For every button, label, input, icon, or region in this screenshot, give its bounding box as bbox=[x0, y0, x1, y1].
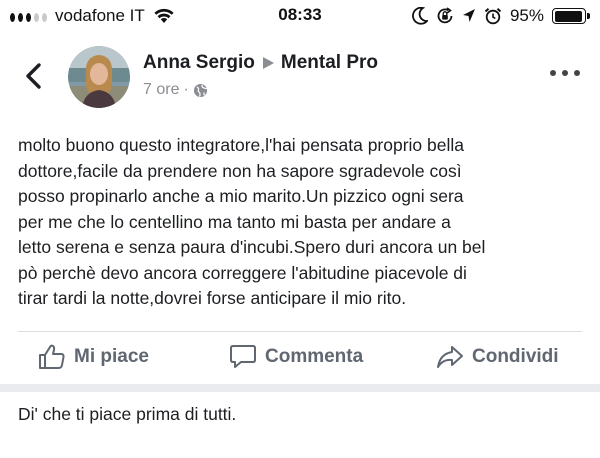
post-header: Anna Sergio Mental Pro 7 ore · bbox=[0, 40, 600, 112]
meta-separator: · bbox=[183, 81, 189, 98]
battery-fill bbox=[554, 10, 583, 22]
share-icon bbox=[437, 346, 463, 368]
section-separator bbox=[0, 384, 600, 392]
post-meta: 7 ore · bbox=[143, 81, 208, 99]
action-bar: Mi piace Commenta Condividi bbox=[0, 336, 600, 384]
share-button[interactable]: Condividi bbox=[436, 344, 559, 370]
comment-label: Commenta bbox=[265, 346, 364, 367]
back-button[interactable] bbox=[22, 62, 46, 90]
author-line: Anna Sergio Mental Pro bbox=[143, 52, 378, 74]
first-like-prompt: Di' che ti piace prima di tutti. bbox=[18, 404, 237, 424]
share-label: Condividi bbox=[472, 346, 559, 367]
battery-icon bbox=[552, 8, 590, 24]
battery-percent: 95% bbox=[509, 6, 544, 25]
like-label: Mi piace bbox=[74, 346, 149, 367]
status-right: 95% bbox=[412, 5, 590, 27]
thumbs-up-icon bbox=[39, 344, 65, 369]
divider bbox=[18, 331, 582, 332]
play-arrow-icon bbox=[262, 57, 274, 69]
author-name[interactable]: Anna Sergio bbox=[143, 52, 255, 74]
location-icon bbox=[462, 9, 475, 22]
alarm-icon bbox=[484, 8, 502, 25]
more-options-button[interactable] bbox=[550, 70, 580, 76]
orientation-lock-icon bbox=[437, 7, 453, 24]
like-button[interactable]: Mi piace bbox=[38, 344, 149, 370]
globe-icon bbox=[193, 83, 207, 97]
avatar[interactable] bbox=[68, 46, 130, 108]
post-time[interactable]: 7 ore bbox=[143, 81, 179, 99]
comment-icon bbox=[230, 345, 256, 368]
moon-icon bbox=[412, 7, 428, 25]
status-bar: vodafone IT 08:33 95% bbox=[0, 0, 600, 34]
target-page-name[interactable]: Mental Pro bbox=[281, 52, 378, 74]
post-text: molto buono questo integratore,l'hai pen… bbox=[18, 135, 486, 308]
comment-button[interactable]: Commenta bbox=[229, 344, 363, 370]
